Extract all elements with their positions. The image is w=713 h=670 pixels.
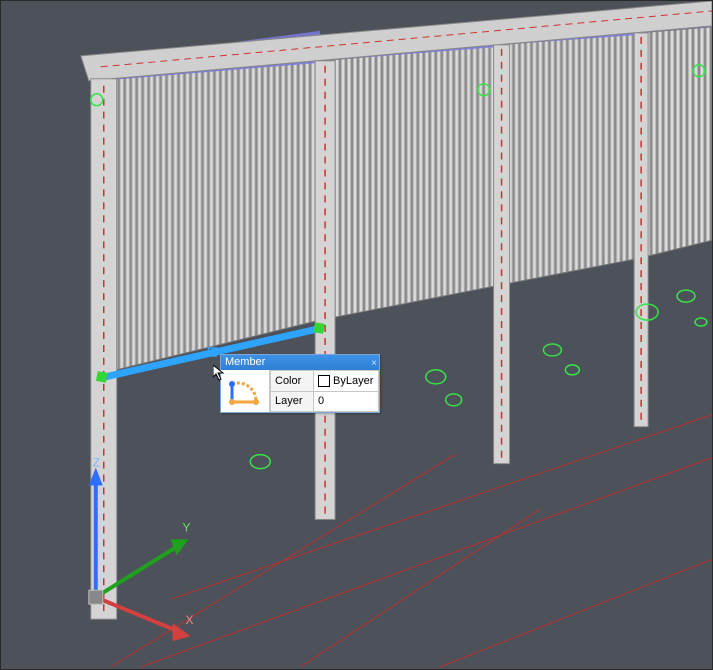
axis-x-label: X: [186, 613, 194, 627]
axis-y-label: Y: [183, 520, 191, 534]
panel-title-text: Member: [225, 356, 265, 368]
panel-titlebar[interactable]: Member ×: [221, 355, 379, 370]
member-type-icon: [221, 370, 270, 412]
prop-key: Color: [271, 371, 314, 392]
table-row: Color ByLayer: [271, 371, 379, 392]
prop-value-layer[interactable]: 0: [314, 391, 379, 412]
prop-key: Layer: [271, 391, 314, 412]
properties-table: Color ByLayer Layer 0: [270, 370, 379, 412]
axis-z-label: Z: [93, 456, 100, 470]
close-icon[interactable]: ×: [371, 356, 377, 371]
table-row: Layer 0: [271, 391, 379, 412]
cad-viewport[interactable]: Z Y X Member × Color ByLayer Layer 0: [0, 0, 713, 670]
quick-properties-panel[interactable]: Member × Color ByLayer Layer 0: [220, 354, 380, 413]
model-scene: Z Y X: [1, 1, 712, 669]
prop-value-color[interactable]: ByLayer: [314, 371, 379, 392]
color-swatch: [318, 375, 330, 387]
